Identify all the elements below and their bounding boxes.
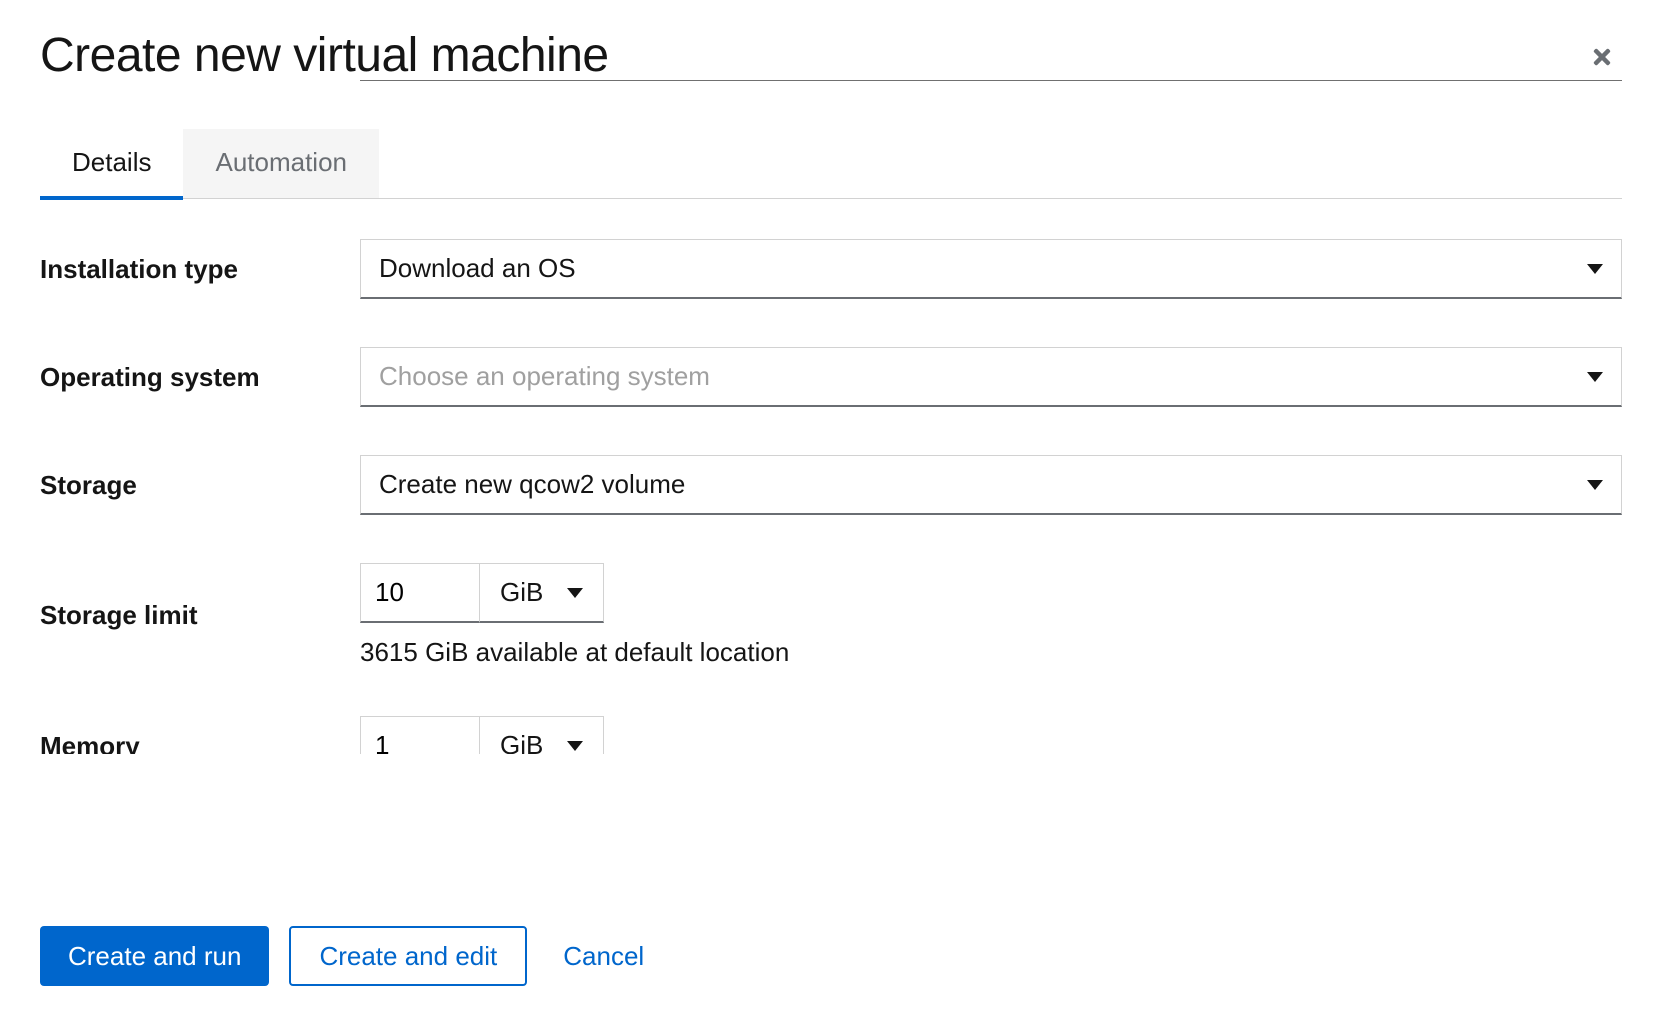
select-installation-type[interactable]: Download an OS bbox=[360, 239, 1622, 299]
select-storage-limit-unit[interactable]: GiB bbox=[479, 563, 604, 623]
close-button[interactable] bbox=[1582, 40, 1622, 80]
caret-down-icon bbox=[1587, 372, 1603, 382]
label-operating-system: Operating system bbox=[40, 362, 360, 393]
cancel-button[interactable]: Cancel bbox=[547, 926, 660, 986]
select-operating-system-placeholder: Choose an operating system bbox=[379, 361, 710, 392]
caret-down-icon bbox=[1587, 480, 1603, 490]
close-icon bbox=[1590, 45, 1614, 69]
select-operating-system[interactable]: Choose an operating system bbox=[360, 347, 1622, 407]
row-operating-system: Operating system Choose an operating sys… bbox=[40, 347, 1622, 407]
label-installation-type: Installation type bbox=[40, 254, 360, 285]
storage-limit-helper: 3615 GiB available at default location bbox=[360, 637, 789, 668]
input-storage-limit[interactable] bbox=[360, 563, 480, 623]
row-storage: Storage Create new qcow2 volume bbox=[40, 455, 1622, 515]
create-and-run-button[interactable]: Create and run bbox=[40, 926, 269, 986]
caret-down-icon bbox=[1587, 264, 1603, 274]
label-memory: Memory bbox=[40, 733, 360, 754]
row-memory: Memory GiB bbox=[40, 716, 1622, 754]
dialog-title: Create new virtual machine bbox=[40, 32, 609, 80]
memory-unit-value: GiB bbox=[500, 730, 543, 754]
select-storage[interactable]: Create new qcow2 volume bbox=[360, 455, 1622, 515]
select-memory-unit[interactable]: GiB bbox=[479, 716, 604, 754]
label-storage: Storage bbox=[40, 470, 360, 501]
select-storage-value: Create new qcow2 volume bbox=[379, 469, 685, 500]
tab-details[interactable]: Details bbox=[40, 129, 183, 200]
create-vm-dialog: Create new virtual machine Details Autom… bbox=[0, 0, 1662, 1026]
form-area: Installation type Download an OS Operati… bbox=[40, 239, 1622, 886]
label-storage-limit: Storage limit bbox=[40, 600, 360, 631]
row-installation-type: Installation type Download an OS bbox=[40, 239, 1622, 299]
dialog-footer: Create and run Create and edit Cancel bbox=[40, 886, 1622, 1026]
caret-down-icon bbox=[567, 741, 583, 751]
create-and-edit-button[interactable]: Create and edit bbox=[289, 926, 527, 986]
tab-automation[interactable]: Automation bbox=[183, 129, 379, 198]
row-storage-limit: Storage limit GiB 3615 GiB available at … bbox=[40, 563, 1622, 668]
input-memory[interactable] bbox=[360, 716, 480, 754]
tabs: Details Automation bbox=[40, 129, 1622, 199]
caret-down-icon bbox=[567, 588, 583, 598]
select-installation-type-value: Download an OS bbox=[379, 253, 576, 284]
storage-limit-unit-value: GiB bbox=[500, 577, 543, 608]
header-divider bbox=[360, 80, 1622, 81]
dialog-header: Create new virtual machine bbox=[40, 32, 1622, 80]
